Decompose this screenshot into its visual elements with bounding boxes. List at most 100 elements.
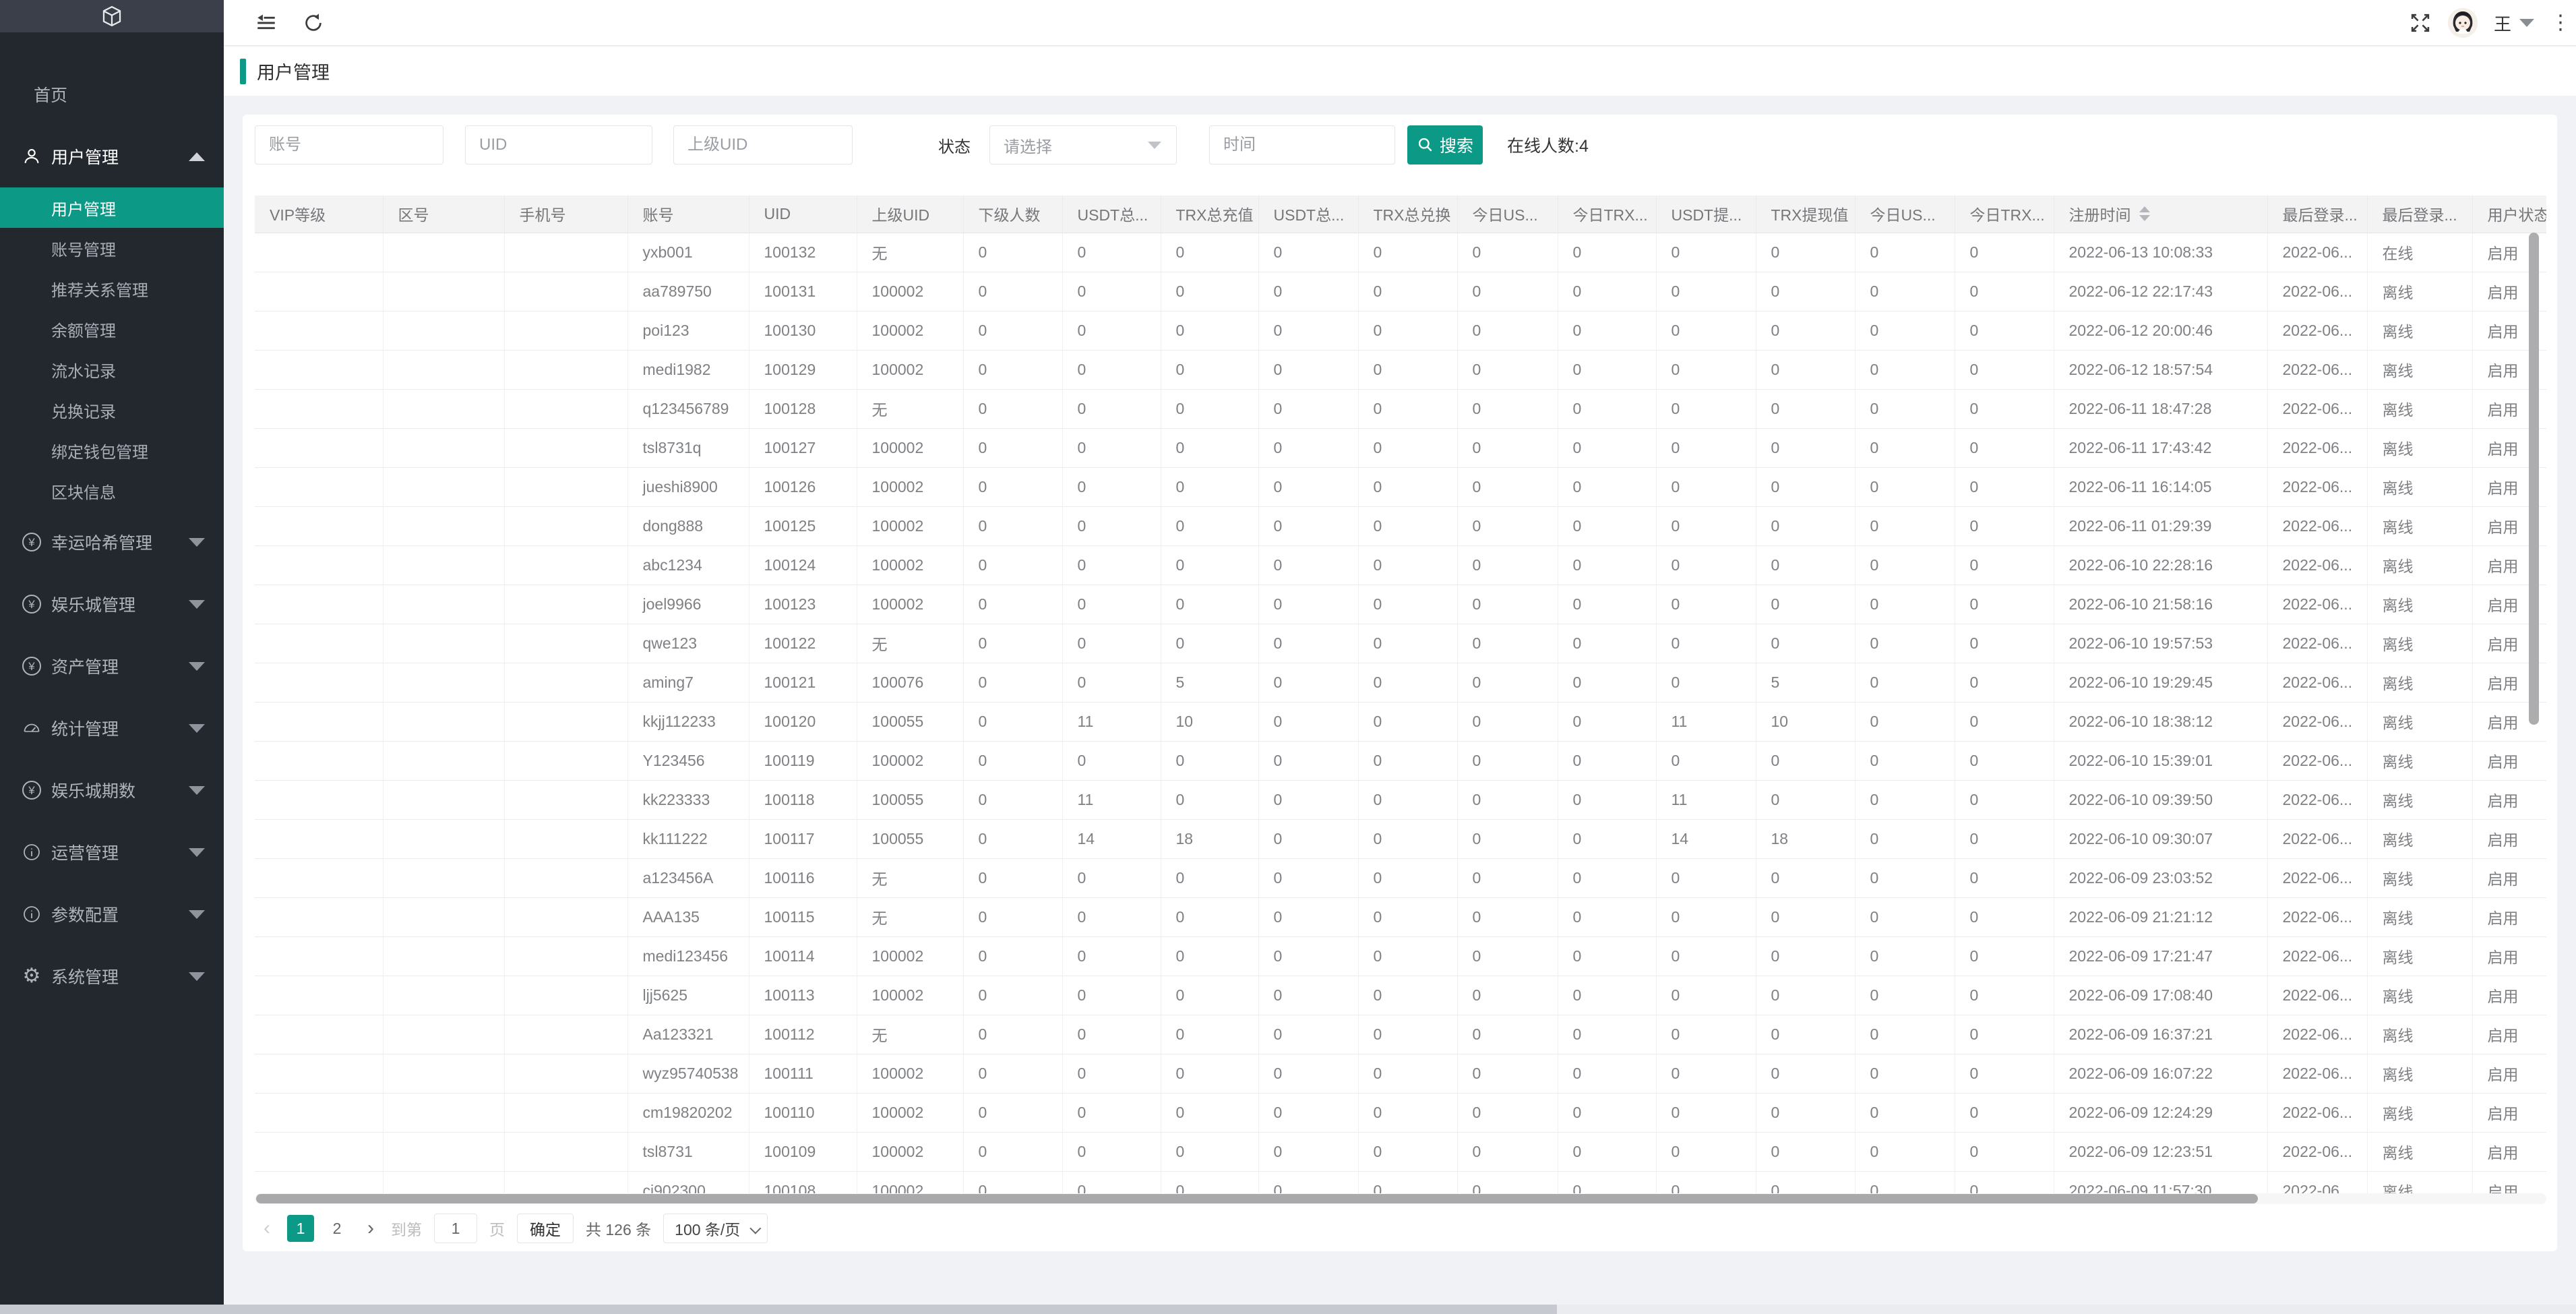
table-cell: 0	[1855, 428, 1955, 468]
submenu-item-区块信息[interactable]: 区块信息	[0, 471, 224, 511]
table-cell: 0	[1062, 585, 1161, 624]
table-cell: 0	[1955, 819, 2054, 859]
submenu-item-绑定钱包管理[interactable]: 绑定钱包管理	[0, 430, 224, 471]
table-cell: 无	[857, 624, 964, 663]
sidebar-item-娱乐城管理[interactable]: ¥ 娱乐城管理	[0, 573, 224, 635]
table-cell: 2022-06...	[2267, 780, 2368, 820]
sidebar-item-统计管理[interactable]: 统计管理	[0, 697, 224, 759]
sidebar-item-参数配置[interactable]: 参数配置	[0, 883, 224, 945]
table-cell: 0	[1161, 858, 1259, 898]
table-row: aming7 100121 100076 0 0 5 0 0 0 0 0 5 0 0 2022-06-10 …	[255, 663, 2546, 703]
user-icon	[22, 146, 42, 167]
column-header: USDT提...	[1656, 196, 1756, 233]
submenu-item-用户管理[interactable]: 用户管理	[0, 187, 224, 228]
table-cell	[255, 663, 384, 703]
account-input[interactable]	[255, 125, 443, 165]
sidebar-item-首页[interactable]: 首页	[0, 63, 224, 125]
sidebar-item-娱乐城期数[interactable]: ¥ 娱乐城期数	[0, 759, 224, 821]
search-button[interactable]: 搜索	[1407, 125, 1483, 165]
refresh-icon[interactable]	[302, 11, 325, 34]
table-cell	[504, 1132, 628, 1172]
column-header: 上级UID	[857, 196, 964, 233]
table-cell: 0	[1756, 545, 1856, 585]
yen-icon: ¥	[22, 780, 42, 800]
table-cell	[383, 858, 505, 898]
table-cell: 0	[1258, 233, 1359, 272]
table-cell: 0	[1558, 233, 1657, 272]
time-input[interactable]	[1209, 125, 1395, 165]
column-header: USDT总...	[1258, 196, 1359, 233]
parent-uid-input[interactable]	[673, 125, 853, 165]
table-cell: 0	[1855, 1132, 1955, 1172]
table-cell: 14	[1656, 819, 1756, 859]
column-header: USDT总...	[1062, 196, 1161, 233]
page-scrollbar-thumb[interactable]	[0, 1305, 1557, 1314]
table-cell: 2022-06...	[2267, 897, 2368, 937]
table-cell: 0	[1258, 819, 1359, 859]
table-row: joel9966 100123 100002 0 0 0 0 0 0 0 0 0 0 0 2022-06-1…	[255, 585, 2546, 624]
table-cell: 0	[1955, 389, 2054, 429]
uid-input[interactable]	[465, 125, 652, 165]
table-cell: 100113	[749, 976, 857, 1015]
table-cell: 0	[1955, 467, 2054, 507]
table-cell: 0	[1756, 624, 1856, 663]
page-title-bar: 用户管理	[224, 47, 2576, 96]
table-cell: 0	[1756, 467, 1856, 507]
table-row: kkjj112233 100120 100055 0 11 10 0 0 0 0 11 10 0 0 202…	[255, 702, 2546, 742]
sidebar-item-label: 统计管理	[51, 720, 119, 739]
submenu-item-账号管理[interactable]: 账号管理	[0, 228, 224, 268]
submenu-item-推荐关系管理[interactable]: 推荐关系管理	[0, 268, 224, 309]
table-cell: 0	[1358, 1054, 1458, 1094]
more-options-icon[interactable]: ⋮	[2550, 13, 2571, 33]
table-cell: 100129	[749, 350, 857, 390]
table-cell: 0	[1258, 428, 1359, 468]
table-cell: 0	[1161, 780, 1259, 820]
table-cell: 0	[1558, 506, 1657, 546]
horizontal-scrollbar-thumb[interactable]	[256, 1194, 2258, 1203]
confirm-page-button[interactable]: 确定	[517, 1214, 574, 1243]
submenu-item-余额管理[interactable]: 余额管理	[0, 309, 224, 349]
sidebar-item-资产管理[interactable]: ¥ 资产管理	[0, 635, 224, 697]
prev-page-button[interactable]: ‹	[259, 1215, 275, 1242]
table-cell: 0	[1855, 467, 1955, 507]
table-cell: 2022-06-10 22:28:16	[2054, 545, 2268, 585]
status-label: 状态	[938, 138, 971, 156]
table-cell: 0	[1558, 976, 1657, 1015]
page-button-2[interactable]: 2	[324, 1215, 350, 1242]
table-cell: 2022-06-09 23:03:52	[2054, 858, 2268, 898]
submenu-item-兑换记录[interactable]: 兑换记录	[0, 390, 224, 430]
vertical-scrollbar-thumb[interactable]	[2529, 233, 2539, 725]
collapse-menu-icon[interactable]	[255, 11, 278, 34]
table-cell: 0	[1558, 624, 1657, 663]
table-cell: 0	[1855, 350, 1955, 390]
table-cell: 0	[1457, 506, 1558, 546]
sidebar-item-运营管理[interactable]: 运营管理	[0, 821, 224, 883]
page-button-1[interactable]: 1	[287, 1215, 314, 1242]
fullscreen-icon[interactable]	[2409, 11, 2432, 34]
status-select[interactable]: 请选择	[989, 125, 1177, 165]
next-page-button[interactable]: ›	[363, 1215, 379, 1242]
table-cell	[383, 897, 505, 937]
table-cell: 0	[1258, 350, 1359, 390]
table-cell: 0	[1558, 389, 1657, 429]
page-size-select[interactable]: 100 条/页	[663, 1214, 768, 1243]
table-cell	[383, 624, 505, 663]
table-cell	[383, 545, 505, 585]
avatar[interactable]	[2447, 8, 2478, 38]
sidebar-item-幸运哈希管理[interactable]: ¥ 幸运哈希管理	[0, 511, 224, 573]
table-cell	[383, 233, 505, 272]
submenu-item-流水记录[interactable]: 流水记录	[0, 349, 224, 390]
table-cell: abc1234	[627, 545, 749, 585]
sidebar-item-系统管理[interactable]: ⚙ 系统管理	[0, 945, 224, 1007]
status-select-value: 请选择	[1004, 138, 1052, 156]
sort-icon[interactable]	[2139, 206, 2150, 222]
user-menu[interactable]: 王	[2494, 11, 2534, 36]
table-cell: 0	[1457, 428, 1558, 468]
table-cell: 0	[1656, 897, 1756, 937]
jump-page-input[interactable]	[434, 1214, 477, 1243]
sidebar-item-用户管理[interactable]: 用户管理	[0, 125, 224, 187]
table-cell: 0	[1558, 1093, 1657, 1133]
table-cell: 0	[1955, 233, 2054, 272]
table-cell: 14	[1062, 819, 1161, 859]
table-cell: 2022-06-09 12:24:29	[2054, 1093, 2268, 1133]
